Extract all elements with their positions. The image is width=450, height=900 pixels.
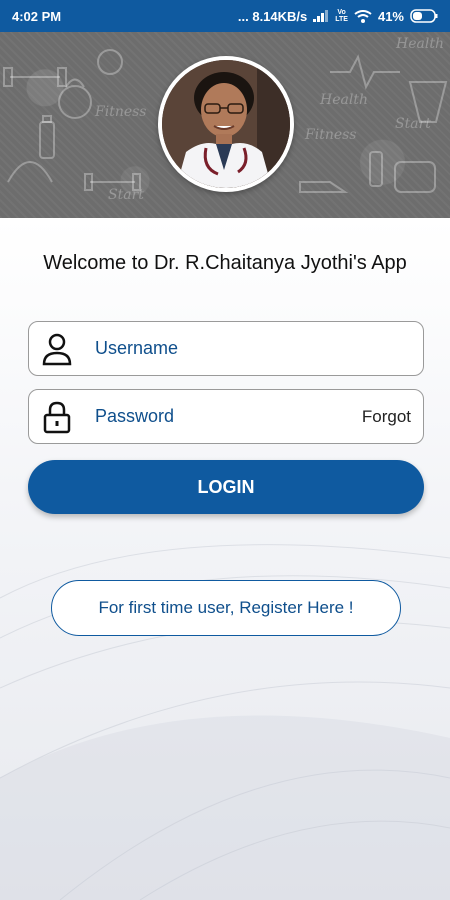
battery-percent: 41% — [377, 8, 404, 24]
network-speed: ... 8.14KB/s — [237, 8, 308, 24]
volte-icon: Vo LTE — [335, 9, 348, 23]
username-input[interactable] — [95, 338, 335, 359]
register-button[interactable]: For first time user, Register Here ! — [51, 580, 401, 636]
signal-icon — [313, 10, 329, 22]
status-bar: 4:02 PM ... 8.14KB/s Vo LTE 41% — [0, 0, 450, 32]
wifi-icon — [354, 9, 372, 23]
battery-icon — [410, 9, 438, 23]
user-icon — [37, 329, 77, 369]
doctor-avatar — [158, 56, 294, 192]
welcome-title: Welcome to Dr. R.Chaitanya Jyothi's App — [43, 252, 407, 274]
forgot-password-link[interactable]: Forgot — [362, 407, 411, 427]
lock-icon — [37, 397, 77, 437]
login-button[interactable]: LOGIN — [28, 460, 424, 514]
password-field[interactable]: Forgot — [28, 389, 424, 444]
doctor-portrait-image — [162, 60, 290, 188]
username-field[interactable] — [28, 321, 424, 376]
status-icons: ... 8.14KB/s Vo LTE 41% — [238, 9, 438, 24]
password-input[interactable] — [95, 406, 335, 427]
status-time: 4:02 PM — [12, 8, 62, 24]
